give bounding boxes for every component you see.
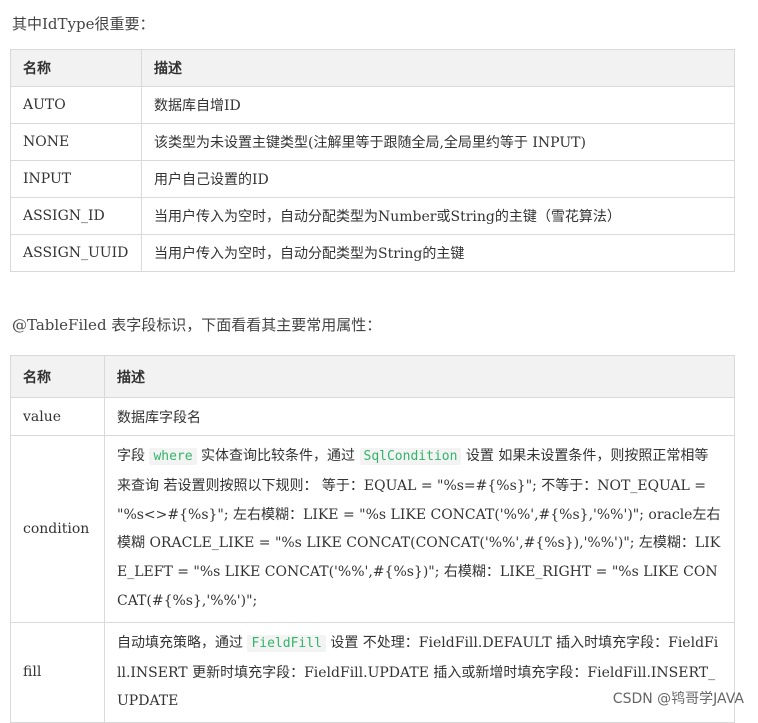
cell-name: fill (10, 621, 105, 723)
cell-name: AUTO (10, 86, 142, 124)
cell-name: condition (10, 435, 105, 623)
table-row: condition 字段 where 实体查询比较条件，通过 SqlCondit… (10, 435, 735, 623)
table-row: value 数据库字段名 (10, 397, 735, 436)
column-header-desc: 描述 (104, 355, 735, 398)
table-header-row: 名称 描述 (10, 355, 735, 398)
cell-name: value (10, 397, 105, 436)
cell-desc: 该类型为未设置主键类型(注解里等于跟随全局,全局里约等于 INPUT) (141, 123, 735, 161)
desc-text: 实体查询比较条件，通过 (201, 448, 356, 464)
cell-desc: 数据库字段名 (104, 397, 735, 436)
inline-code: FieldFill (247, 634, 326, 652)
desc-text: 设置 如果未设置条件，则按照正常相等来查询 若设置则按照以下规则： 等于：EQU… (117, 448, 721, 609)
intro-text-tablefield: @TableFiled 表字段标识，下面看看其主要常用属性： (12, 316, 382, 334)
column-header-desc: 描述 (141, 49, 735, 87)
desc-text: 自动填充策略，通过 (117, 634, 243, 651)
table-row: NONE 该类型为未设置主键类型(注解里等于跟随全局,全局里约等于 INPUT) (10, 123, 735, 161)
table-header-row: 名称 描述 (10, 49, 735, 87)
column-header-name: 名称 (10, 355, 105, 398)
cell-name: ASSIGN_UUID (10, 234, 142, 272)
table-row: ASSIGN_ID 当用户传入为空时，自动分配类型为Number或String的… (10, 197, 735, 235)
inline-code: SqlCondition (359, 448, 462, 465)
idtype-table: 名称 描述 AUTO 数据库自增ID NONE 该类型为未设置主键类型(注解里等… (10, 49, 735, 272)
column-header-name: 名称 (10, 49, 142, 87)
cell-desc: 当用户传入为空时，自动分配类型为Number或String的主键（雪花算法） (141, 197, 735, 235)
intro-text-idtype: 其中IdType很重要： (12, 15, 155, 33)
inline-code: where (149, 448, 197, 465)
cell-desc: 当用户传入为空时，自动分配类型为String的主键 (141, 234, 735, 272)
table-row: ASSIGN_UUID 当用户传入为空时，自动分配类型为String的主键 (10, 234, 735, 272)
cell-desc: 用户自己设置的ID (141, 160, 735, 198)
tablefield-attributes-table: 名称 描述 value 数据库字段名 condition 字段 where 实体… (10, 355, 735, 723)
csdn-watermark: CSDN @鸨哥学JAVA (612, 691, 744, 707)
table-row: AUTO 数据库自增ID (10, 86, 735, 124)
cell-desc: 字段 where 实体查询比较条件，通过 SqlCondition 设置 如果未… (104, 435, 735, 623)
cell-desc: 数据库自增ID (141, 86, 735, 124)
cell-name: INPUT (10, 160, 142, 198)
desc-text: 字段 (117, 448, 145, 464)
cell-name: ASSIGN_ID (10, 197, 142, 235)
table-row: INPUT 用户自己设置的ID (10, 160, 735, 198)
cell-name: NONE (10, 123, 142, 161)
